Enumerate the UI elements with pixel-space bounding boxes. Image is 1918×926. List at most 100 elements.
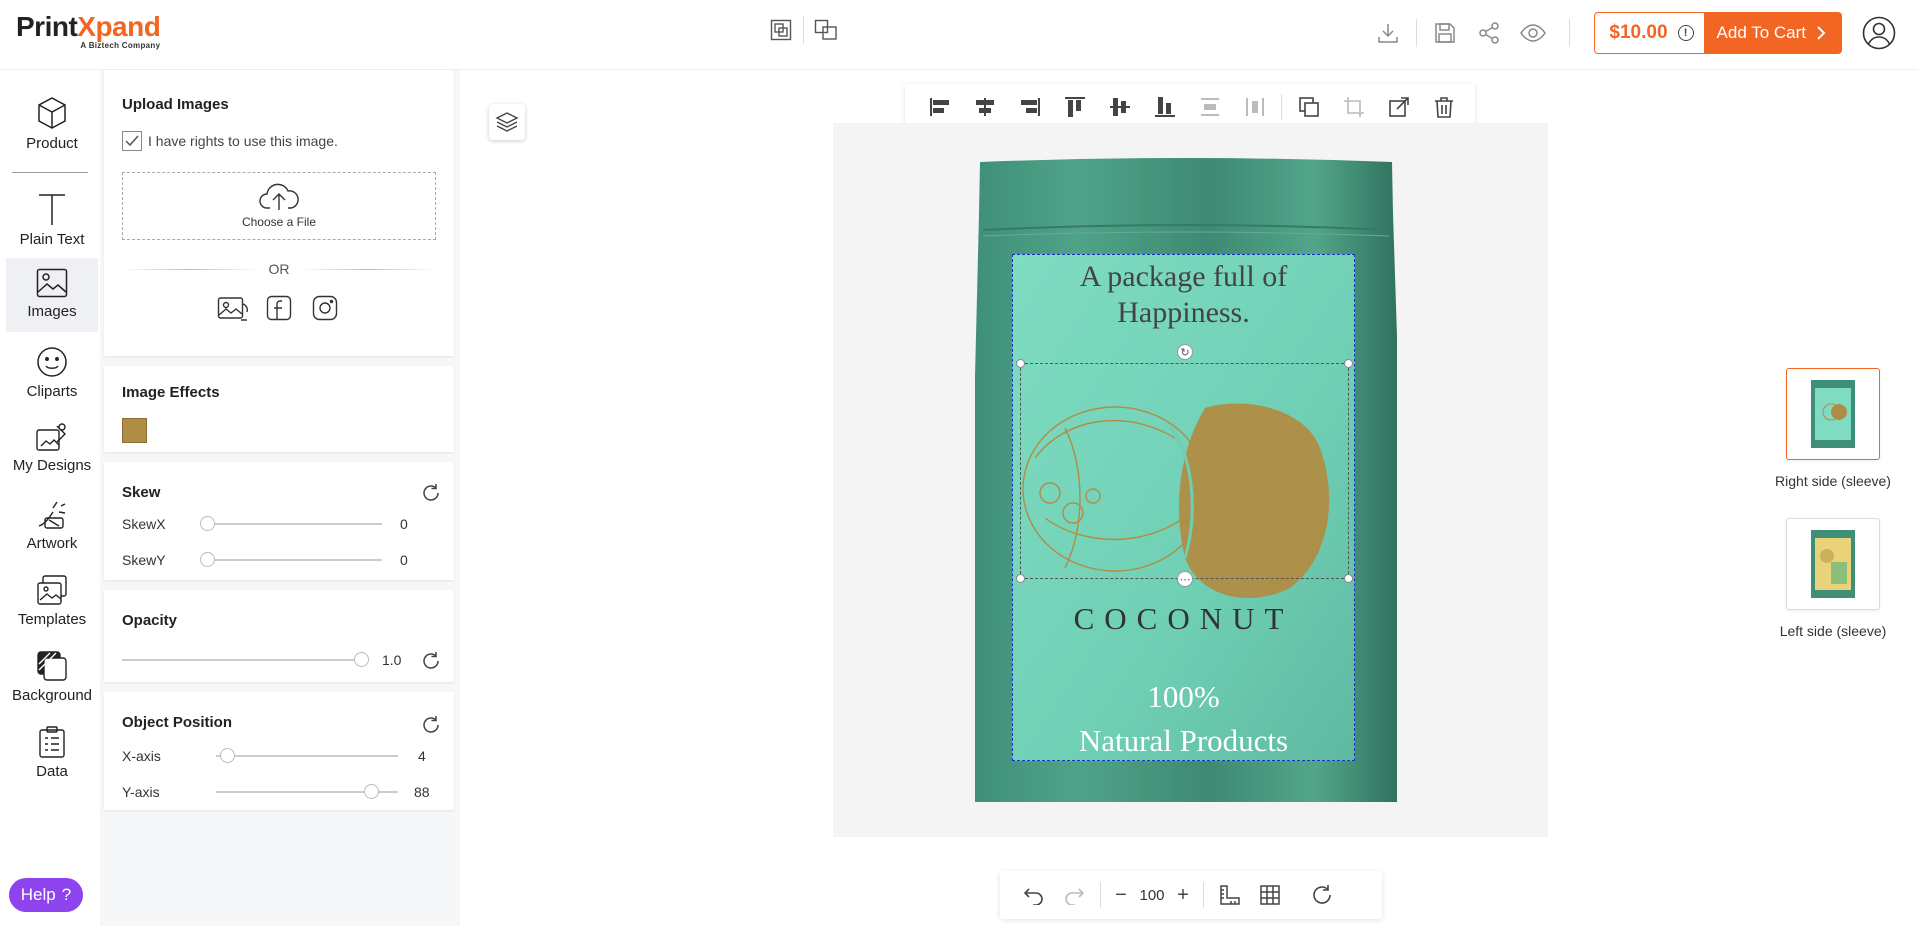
- rotate-handle-icon[interactable]: ↻: [1177, 344, 1193, 360]
- image-effects-title: Image Effects: [122, 384, 220, 401]
- more-options-icon[interactable]: ⋯: [1177, 571, 1193, 587]
- resize-handle-tr[interactable]: [1344, 359, 1353, 368]
- skew-x-slider[interactable]: [200, 516, 382, 531]
- gallery-image-icon[interactable]: [217, 292, 249, 324]
- y-axis-row: Y-axis 88: [122, 782, 436, 802]
- templates-icon: [37, 575, 67, 605]
- add-to-cart-button[interactable]: Add To Cart: [1704, 12, 1842, 54]
- align-bottom-icon[interactable]: [1142, 87, 1187, 127]
- zoom-in-button[interactable]: +: [1169, 875, 1197, 915]
- redo-icon[interactable]: [1054, 875, 1094, 915]
- share-icon[interactable]: [1467, 13, 1511, 53]
- brand-logo[interactable]: PrintXpand A Biztech Company: [16, 11, 161, 51]
- rail-item-background[interactable]: Background: [6, 650, 98, 704]
- object-position-title: Object Position: [122, 714, 233, 731]
- image-icon: [36, 268, 68, 298]
- side-label-left: Left side (sleeve): [1779, 623, 1887, 639]
- skew-x-row: SkewX 0: [122, 514, 436, 534]
- preview-icon[interactable]: [1511, 13, 1555, 53]
- design-claim-line2[interactable]: Natural Products: [1013, 723, 1354, 759]
- opacity-slider[interactable]: [122, 652, 369, 667]
- coconut-image-selection[interactable]: ↻ ⋯: [1016, 344, 1353, 587]
- brand-name-part1: Print: [16, 11, 78, 42]
- skew-x-thumb[interactable]: [200, 516, 215, 531]
- rail-item-plain-text[interactable]: Plain Text: [6, 192, 98, 248]
- skew-reset-icon[interactable]: [420, 482, 442, 504]
- opacity-reset-icon[interactable]: [420, 650, 442, 672]
- duplicate-icon[interactable]: [1286, 87, 1331, 127]
- ungroup-icon[interactable]: [810, 16, 842, 44]
- artwork-icon: [38, 501, 66, 529]
- rail-item-cliparts[interactable]: Cliparts: [6, 346, 98, 400]
- rail-item-label: Artwork: [26, 535, 78, 552]
- align-right-icon[interactable]: [1007, 87, 1052, 127]
- resize-handle-bl[interactable]: [1016, 574, 1025, 583]
- y-axis-slider[interactable]: [216, 784, 398, 799]
- price-display: $10.00 !: [1594, 12, 1705, 54]
- instagram-icon[interactable]: [309, 292, 341, 324]
- rights-checkbox[interactable]: [122, 131, 142, 151]
- align-center-icon[interactable]: [962, 87, 1007, 127]
- rail-item-images[interactable]: Images: [6, 258, 98, 332]
- effect-color-swatch[interactable]: [122, 418, 147, 443]
- fit-to-area-icon[interactable]: [1376, 87, 1421, 127]
- resize-handle-tl[interactable]: [1016, 359, 1025, 368]
- reset-canvas-icon[interactable]: [1302, 875, 1342, 915]
- opacity-thumb[interactable]: [354, 652, 369, 667]
- x-axis-value: 4: [418, 748, 426, 764]
- rail-item-templates[interactable]: Templates: [6, 574, 98, 628]
- check-icon: [125, 135, 139, 147]
- rail-item-data[interactable]: Data: [6, 726, 98, 780]
- zoom-out-button[interactable]: −: [1107, 875, 1135, 915]
- rail-item-label: Templates: [17, 611, 87, 628]
- skew-y-thumb[interactable]: [200, 552, 215, 567]
- group-icon[interactable]: [765, 16, 797, 44]
- image-effects-card: Image Effects: [104, 366, 454, 452]
- help-button[interactable]: Help ?: [9, 878, 83, 912]
- cloud-upload-icon: [259, 183, 299, 210]
- rail-item-my-designs[interactable]: My Designs: [6, 422, 98, 474]
- rail-item-artwork[interactable]: Artwork: [6, 498, 98, 552]
- price-info-icon[interactable]: !: [1677, 25, 1694, 41]
- grid-icon[interactable]: [1250, 875, 1290, 915]
- distribute-horizontal-icon: [1232, 87, 1277, 127]
- skew-title: Skew: [122, 484, 161, 501]
- user-icon[interactable]: [1862, 16, 1896, 50]
- rail-item-product[interactable]: Product: [6, 96, 98, 152]
- rights-checkbox-row[interactable]: I have rights to use this image.: [122, 131, 338, 151]
- facebook-icon[interactable]: [263, 292, 295, 324]
- save-icon[interactable]: [1423, 13, 1467, 53]
- opacity-value: 1.0: [382, 652, 402, 668]
- skew-x-label: SkewX: [122, 516, 166, 532]
- rail-item-label: Product: [26, 135, 78, 152]
- designs-icon: [36, 423, 66, 451]
- delete-icon[interactable]: [1421, 87, 1466, 127]
- side-thumb-right[interactable]: [1786, 368, 1880, 460]
- x-axis-thumb[interactable]: [220, 748, 235, 763]
- rail-item-label: Cliparts: [26, 383, 78, 400]
- design-text-line2[interactable]: Happiness.: [1013, 295, 1354, 331]
- undo-icon[interactable]: [1014, 875, 1054, 915]
- resize-handle-br[interactable]: [1344, 574, 1353, 583]
- design-text-line1[interactable]: A package full of: [1013, 259, 1354, 295]
- download-icon[interactable]: [1366, 13, 1410, 53]
- add-to-cart-label: Add To Cart: [1716, 23, 1806, 42]
- ruler-icon[interactable]: [1210, 875, 1250, 915]
- side-label-right: Right side (sleeve): [1775, 473, 1891, 489]
- design-product-name[interactable]: COCONUT: [1013, 601, 1354, 637]
- choose-file-dropzone[interactable]: Choose a File: [122, 172, 436, 240]
- align-left-icon[interactable]: [917, 87, 962, 127]
- align-top-icon[interactable]: [1052, 87, 1097, 127]
- position-reset-icon[interactable]: [420, 714, 442, 736]
- skew-y-slider[interactable]: [200, 552, 382, 567]
- upload-images-title: Upload Images: [122, 96, 229, 113]
- x-axis-label: X-axis: [122, 748, 161, 764]
- x-axis-slider[interactable]: [216, 748, 398, 763]
- y-axis-thumb[interactable]: [364, 784, 379, 799]
- side-thumb-left[interactable]: [1786, 518, 1880, 610]
- layers-button[interactable]: [489, 104, 525, 140]
- align-middle-icon[interactable]: [1097, 87, 1142, 127]
- brand-name-part2: Xpand: [77, 11, 161, 42]
- layers-icon: [495, 112, 519, 132]
- design-claim-line1[interactable]: 100%: [1013, 679, 1354, 715]
